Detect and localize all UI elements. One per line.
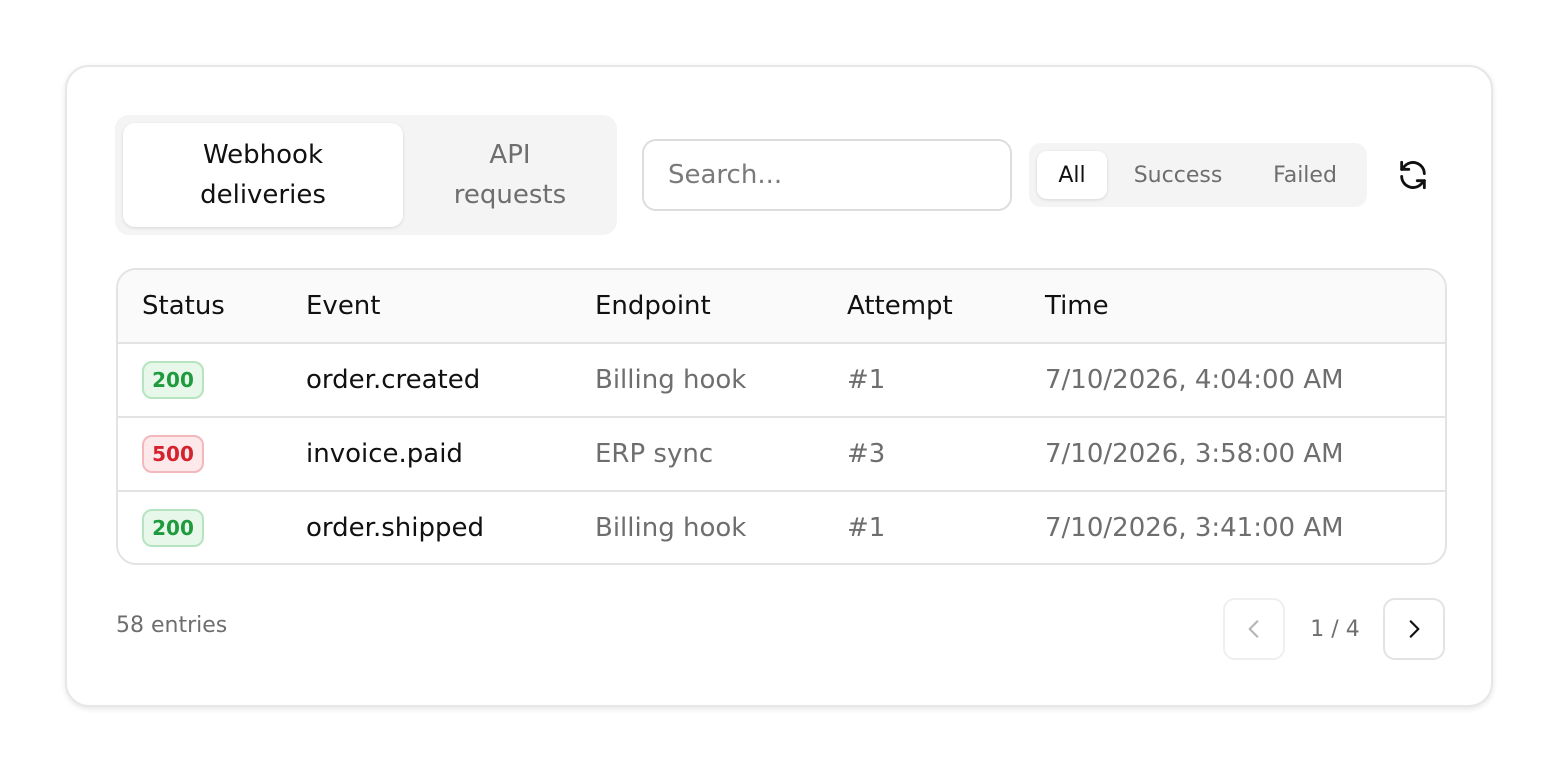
- deliveries-table: Status Event Endpoint Attempt Time 200 o…: [116, 268, 1447, 565]
- status-cell: 200: [142, 492, 204, 563]
- table-header: Status Event Endpoint Attempt Time: [118, 270, 1445, 344]
- tab-webhook-deliveries[interactable]: Webhook deliveries: [123, 123, 403, 227]
- filter-all[interactable]: All: [1037, 151, 1107, 199]
- attempt-cell: #1: [847, 513, 886, 543]
- status-badge: 500: [142, 435, 204, 473]
- refresh-button[interactable]: [1391, 153, 1435, 197]
- tab-label: Webhook deliveries: [200, 140, 326, 210]
- endpoint-cell: Billing hook: [595, 513, 747, 543]
- endpoint-cell: Billing hook: [595, 365, 747, 395]
- column-header-status[interactable]: Status: [142, 270, 225, 342]
- attempt-cell: #1: [847, 365, 886, 395]
- refresh-icon: [1400, 160, 1426, 190]
- entries-count: 58 entries: [116, 613, 228, 638]
- time-cell: 7/10/2026, 4:04:00 AM: [1045, 365, 1344, 395]
- tab-api-requests[interactable]: API requests: [411, 123, 609, 227]
- time-cell: 7/10/2026, 3:58:00 AM: [1045, 439, 1344, 469]
- status-filter: All Success Failed: [1029, 143, 1367, 207]
- table-row[interactable]: 500 invoice.paid ERP sync #3 7/10/2026, …: [118, 418, 1445, 492]
- time-cell: 7/10/2026, 3:41:00 AM: [1045, 513, 1344, 543]
- filter-success[interactable]: Success: [1123, 151, 1233, 199]
- column-header-event[interactable]: Event: [306, 270, 380, 342]
- column-header-time[interactable]: Time: [1045, 270, 1109, 342]
- filter-failed[interactable]: Failed: [1257, 151, 1353, 199]
- attempt-cell: #3: [847, 439, 886, 469]
- search-input[interactable]: [642, 139, 1012, 211]
- column-header-attempt[interactable]: Attempt: [847, 270, 953, 342]
- view-tabs: Webhook deliveries API requests: [115, 115, 617, 235]
- status-badge: 200: [142, 361, 204, 399]
- event-cell: order.created: [306, 365, 481, 395]
- chevron-left-icon: [1248, 620, 1259, 638]
- endpoint-cell: ERP sync: [595, 439, 714, 469]
- table-row[interactable]: 200 order.created Billing hook #1 7/10/2…: [118, 344, 1445, 418]
- deliveries-panel: Webhook deliveries API requests All Succ…: [65, 65, 1493, 707]
- status-cell: 200: [142, 344, 204, 416]
- chevron-right-icon: [1409, 620, 1420, 638]
- event-cell: order.shipped: [306, 513, 484, 543]
- column-header-endpoint[interactable]: Endpoint: [595, 270, 711, 342]
- table-row[interactable]: 200 order.shipped Billing hook #1 7/10/2…: [118, 492, 1445, 563]
- status-cell: 500: [142, 418, 204, 490]
- tab-label: API requests: [453, 140, 567, 210]
- status-badge: 200: [142, 509, 204, 547]
- next-page-button[interactable]: [1383, 598, 1445, 660]
- previous-page-button[interactable]: [1223, 598, 1285, 660]
- event-cell: invoice.paid: [306, 439, 463, 469]
- page-indicator: 1 / 4: [1310, 616, 1360, 642]
